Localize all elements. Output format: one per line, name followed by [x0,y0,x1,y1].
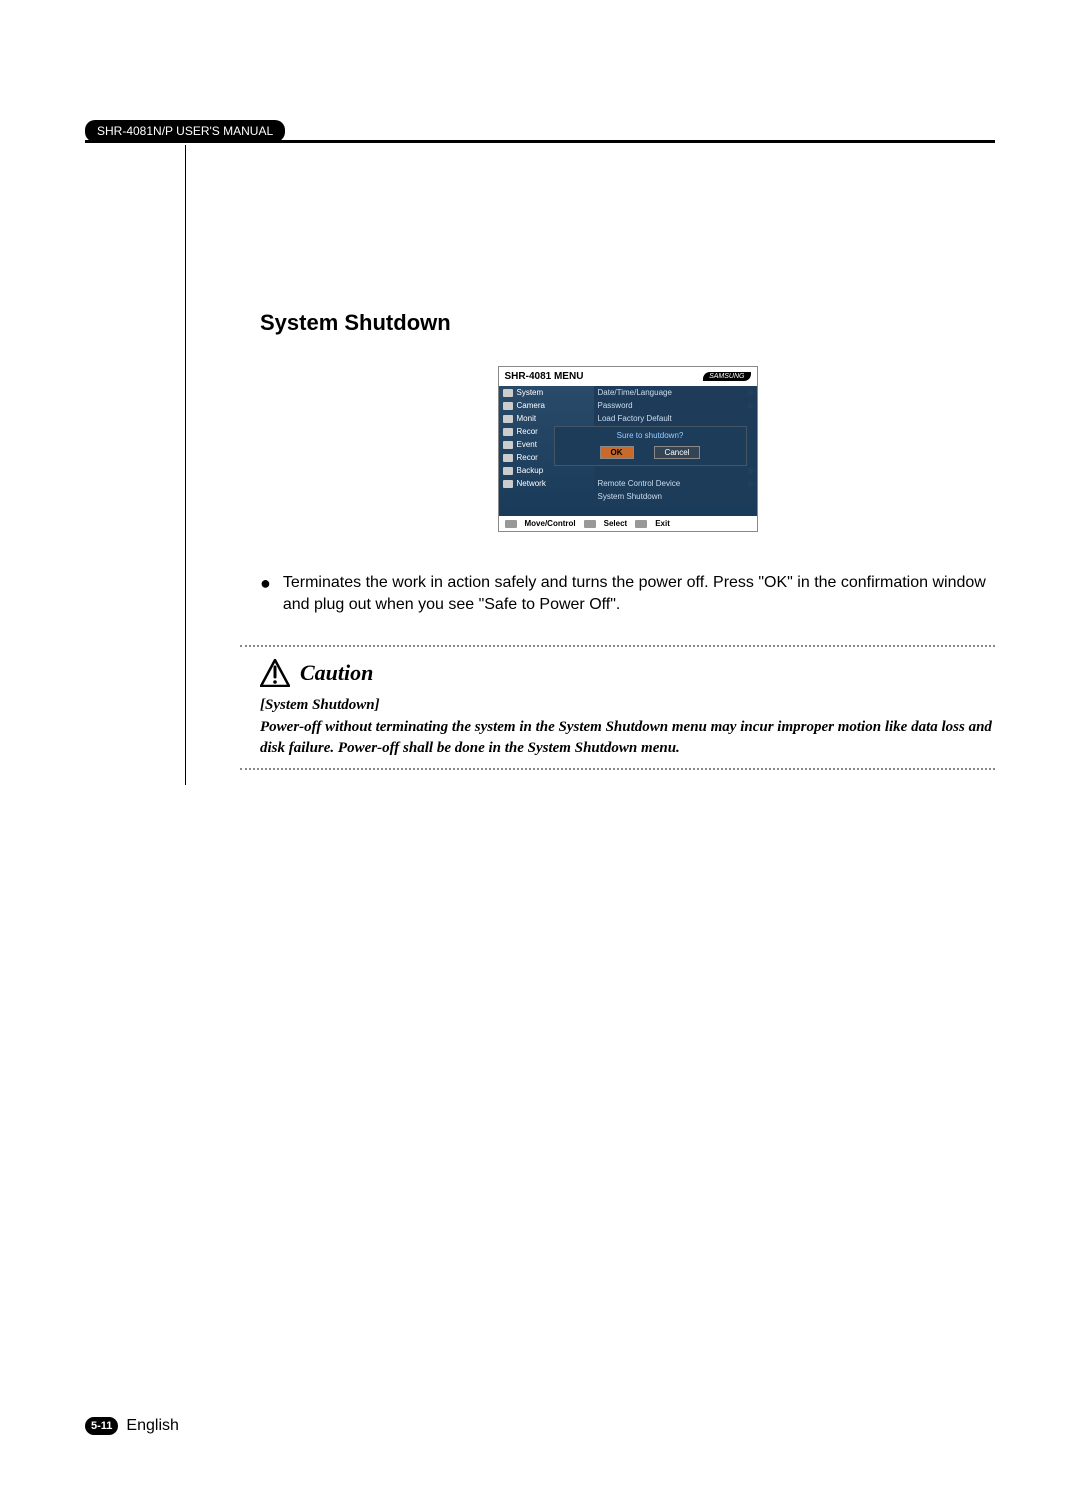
menu-body: System ▶ Camera ▶ Monit Recor Event [499,386,757,516]
ok-button[interactable]: OK [600,446,634,459]
content-area: System Shutdown SHR-4081 MENU SAMSUNG Sy… [260,310,995,615]
header-chip: SHR-4081N/P USER'S MANUAL [85,120,285,142]
header-rule [85,140,995,143]
menu-footer: Move/Control Select Exit [499,516,757,531]
page-number-badge: 5-11 [85,1417,118,1435]
page-language: English [126,1417,178,1435]
submenu-item[interactable]: Date/Time/Language [594,386,757,399]
dpad-icon [505,520,517,528]
backup-icon [503,467,513,475]
footer-select-label: Select [604,519,628,528]
page-footer: 5-11 English [85,1417,179,1435]
bullet-text: Terminates the work in action safely and… [283,572,995,615]
submenu-item[interactable]: System Shutdown [594,490,757,503]
warning-icon [260,659,290,687]
camera-icon [503,402,513,410]
dialog-question: Sure to shutdown? [561,431,740,440]
side-rule [185,145,186,785]
schedule-icon [503,454,513,462]
monitor-icon [503,415,513,423]
cancel-button[interactable]: Cancel [654,446,701,459]
caution-label: Caution [300,660,373,686]
caution-text: Power-off without terminating the system… [260,717,995,758]
menu-title: SHR-4081 MENU [505,371,584,382]
tool-icon [503,389,513,397]
network-icon [503,480,513,488]
caution-subhead: [System Shutdown] [260,695,995,715]
submenu-item[interactable]: Password [594,399,757,412]
dotted-divider [240,768,995,770]
menu-titlebar: SHR-4081 MENU SAMSUNG [499,367,757,386]
menu-figure: SHR-4081 MENU SAMSUNG System ▶ Camera ▶ … [498,366,758,532]
event-icon [503,441,513,449]
caution-block: Caution [System Shutdown] Power-off with… [240,645,995,770]
confirm-dialog: Sure to shutdown? OK Cancel [554,426,747,466]
menu-key-icon [635,520,647,528]
record-icon [503,428,513,436]
enter-icon [584,520,596,528]
footer-move-label: Move/Control [525,519,576,528]
submenu-item[interactable]: Load Factory Default [594,412,757,425]
submenu-item[interactable]: Remote Control Device [594,477,757,490]
footer-exit-label: Exit [655,519,670,528]
section-title: System Shutdown [260,310,995,336]
brand-badge: SAMSUNG [703,372,750,381]
bullet-paragraph: ● Terminates the work in action safely a… [260,572,995,615]
dotted-divider [240,645,995,647]
bullet-dot-icon: ● [260,572,271,615]
